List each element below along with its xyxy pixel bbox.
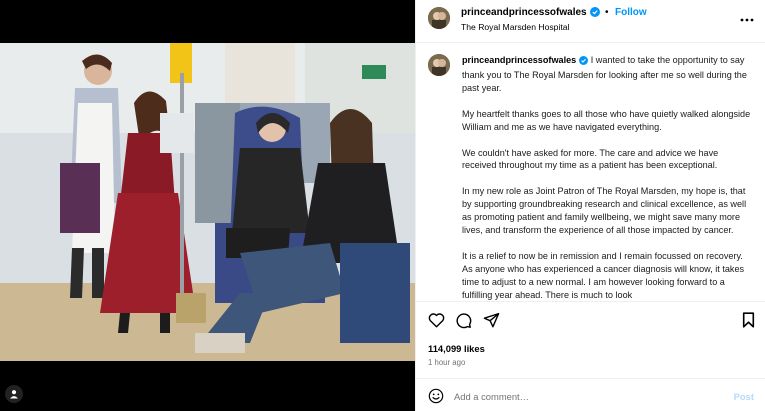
caption-paragraph: princeandprincessofwales I wanted to tak… [462, 54, 752, 95]
instagram-post-modal: princeandprincessofwales • Follow The Ro… [0, 0, 765, 411]
header-separator: • [605, 7, 609, 18]
post-photo[interactable] [0, 43, 415, 361]
post-caption: princeandprincessofwales I wanted to tak… [462, 54, 752, 300]
comment-bar: Post [416, 378, 765, 411]
caption-paragraph: It is a relief to now be in remission an… [462, 250, 745, 300]
emoji-icon[interactable] [428, 388, 444, 407]
caption-username[interactable]: princeandprincessofwales [462, 55, 576, 65]
caption-avatar[interactable] [428, 54, 450, 76]
verified-badge-icon [579, 56, 589, 69]
caption-area[interactable]: princeandprincessofwales I wanted to tak… [416, 44, 765, 300]
post-location[interactable]: The Royal Marsden Hospital [461, 22, 569, 32]
caption-paragraph: We couldn't have asked for more. The car… [462, 147, 719, 171]
follow-button[interactable]: Follow [615, 7, 647, 18]
caption-paragraph: In my new role as Joint Patron of The Ro… [462, 186, 747, 236]
header-username-text[interactable]: princeandprincessofwales [461, 7, 587, 18]
comment-icon[interactable] [455, 312, 472, 332]
post-timestamp[interactable]: 1 hour ago [428, 358, 465, 367]
post-comment-button[interactable]: Post [734, 391, 754, 402]
post-side-panel: princeandprincessofwales • Follow The Ro… [415, 0, 765, 411]
user-tag-icon[interactable] [5, 385, 23, 403]
media-pane [0, 0, 415, 411]
header-username[interactable]: princeandprincessofwales [461, 7, 600, 20]
avatar[interactable] [428, 7, 450, 29]
bookmark-icon[interactable] [742, 312, 755, 331]
more-options-icon[interactable] [740, 12, 754, 22]
post-actions: 114,099 likes 1 hour ago Post [416, 301, 765, 411]
share-icon[interactable] [483, 312, 500, 331]
comment-input[interactable] [454, 387, 714, 405]
heart-icon[interactable] [428, 312, 445, 331]
likes-count[interactable]: 114,099 likes [428, 343, 485, 354]
post-header: princeandprincessofwales • Follow The Ro… [416, 0, 765, 43]
caption-paragraph: My heartfelt thanks goes to all those wh… [462, 108, 751, 132]
verified-badge-icon [589, 7, 600, 20]
